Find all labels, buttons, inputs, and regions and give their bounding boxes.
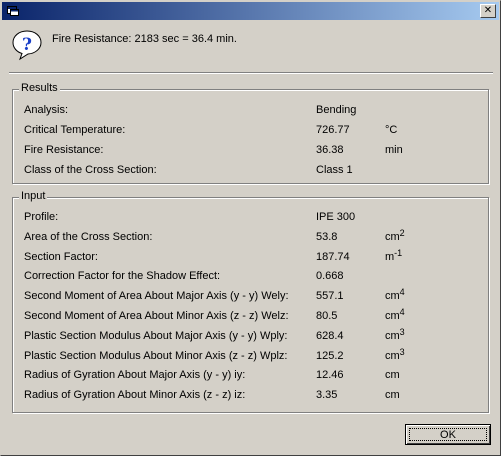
row-label: Radius of Gyration About Major Axis (y -… [24, 369, 246, 382]
row-value: 628.4 [316, 329, 344, 342]
row-value: 726.77 [316, 124, 350, 136]
unit-text: cm [385, 369, 400, 382]
unit-text: cm [385, 349, 400, 362]
dialog-window: ✕ ? Fire Resistance: 2183 sec = 36.4 min… [0, 0, 501, 456]
data-row: Plastic Section Modulus About Major Axis… [24, 326, 484, 344]
data-row: Area of the Cross Section: 53.8 cm2 [24, 227, 484, 245]
unit-text: cm [385, 310, 400, 322]
data-row: Correction Factor for the Shadow Effect:… [24, 270, 484, 284]
row-label: Radius of Gyration About Minor Axis (z -… [24, 389, 246, 402]
unit-exponent: 4 [399, 287, 405, 298]
row-value: 80.5 [316, 310, 338, 322]
row-value: Class 1 [316, 164, 353, 176]
unit-exponent: 3 [399, 326, 405, 337]
row-label: Second Moment of Area About Minor Axis (… [24, 310, 289, 322]
results-group: Results Analysis: Bending Critical Tempera… [12, 82, 489, 184]
row-label: Second Moment of Area About Major Axis (… [24, 290, 289, 303]
data-row: Radius of Gyration About Minor Axis (z -… [24, 389, 484, 403]
separator [9, 72, 493, 74]
row-value: 187.74 [316, 250, 350, 263]
data-row: Radius of Gyration About Major Axis (y -… [24, 369, 484, 383]
message-text: Fire Resistance: 2183 sec = 36.4 min. [52, 33, 237, 45]
close-icon: ✕ [483, 5, 493, 16]
unit-exponent: 4 [399, 307, 405, 317]
row-value: IPE 300 [316, 211, 356, 223]
unit-text: cm [385, 290, 400, 303]
data-row: Second Moment of Area About Major Axis (… [24, 287, 484, 304]
row-label: Profile: [24, 211, 59, 223]
row-value: 36.38 [316, 144, 344, 156]
row-value: 53.8 [316, 230, 338, 243]
data-row: Fire Resistance: 36.38 min [24, 144, 484, 158]
ok-button[interactable]: OK [405, 424, 491, 445]
unit-exponent: 2 [399, 227, 405, 238]
row-unit: cm [385, 369, 400, 381]
window-app-icon [7, 6, 19, 16]
row-label: Area of the Cross Section: [24, 230, 153, 243]
row-unit: °C [385, 124, 397, 136]
svg-text:?: ? [22, 35, 32, 55]
question-icon: ? [12, 30, 42, 61]
unit-exponent: 3 [399, 346, 405, 357]
row-label: Critical Temperature: [24, 124, 126, 136]
row-unit: min [385, 144, 403, 156]
close-button[interactable]: ✕ [480, 4, 496, 18]
data-row: Critical Temperature: 726.77 °C [24, 124, 484, 138]
unit-text: cm [385, 329, 400, 342]
data-row: Second Moment of Area About Minor Axis (… [24, 307, 484, 324]
row-unit: m-1 [385, 247, 403, 263]
row-label: Class of the Cross Section: [24, 164, 157, 176]
ok-label: OK [409, 428, 487, 441]
row-unit: cm3 [385, 326, 405, 342]
title-bar[interactable]: ✕ [2, 2, 499, 20]
row-value: 0.668 [316, 270, 344, 283]
row-unit: cm4 [385, 307, 405, 323]
row-unit: cm2 [385, 227, 405, 243]
unit-exponent: -1 [394, 247, 403, 258]
data-row: Profile: IPE 300 [24, 211, 484, 225]
unit-text: min [385, 144, 403, 156]
row-value: 3.35 [316, 389, 338, 402]
row-unit: cm4 [385, 287, 405, 303]
data-row: Class of the Cross Section: Class 1 [24, 164, 484, 178]
row-unit: cm3 [385, 346, 405, 362]
row-label: Analysis: [24, 104, 69, 116]
row-value: Bending [316, 104, 357, 116]
unit-text: cm [385, 230, 400, 243]
data-row: Analysis: Bending [24, 104, 484, 118]
input-group: Input Profile: IPE 300 Area of the Cross S… [12, 190, 489, 413]
unit-text: cm [385, 389, 400, 402]
input-legend: Input [19, 190, 48, 202]
results-legend: Results [19, 82, 60, 94]
row-unit: cm [385, 389, 400, 401]
data-row: Section Factor: 187.74 m-1 [24, 247, 484, 265]
row-label: Fire Resistance: [24, 144, 104, 156]
row-label: Plastic Section Modulus About Minor Axis… [24, 349, 288, 362]
row-label: Section Factor: [24, 250, 98, 263]
row-value: 12.46 [316, 369, 344, 382]
row-value: 125.2 [316, 349, 344, 362]
unit-text: °C [385, 124, 398, 136]
row-value: 557.1 [316, 290, 344, 303]
row-label: Correction Factor for the Shadow Effect: [24, 270, 221, 283]
data-row: Plastic Section Modulus About Minor Axis… [24, 346, 484, 364]
unit-text: m [385, 250, 395, 263]
row-label: Plastic Section Modulus About Major Axis… [24, 329, 288, 342]
